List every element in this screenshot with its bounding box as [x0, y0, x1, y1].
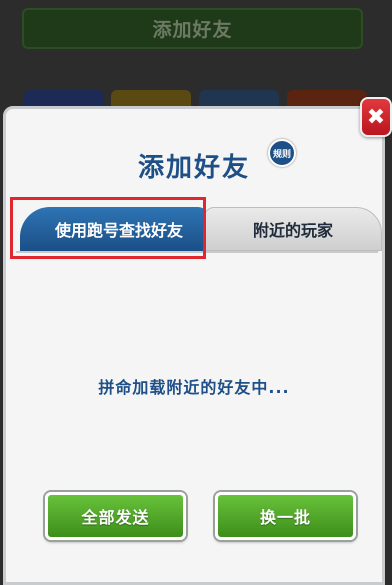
highlight-annotation-box [10, 197, 206, 259]
rules-button[interactable]: 规则 [268, 139, 296, 167]
dialog-title: 添加好友 [137, 153, 250, 183]
add-friend-dialog: 添加好友 规则 使用跑号查找好友 附近的玩家 拼命加载附近的好友中... 全部发… [3, 106, 385, 585]
loading-message: 拼命加载附近的好友中... [98, 378, 290, 397]
background-add-friend-button: 添加好友 [22, 8, 363, 49]
close-icon[interactable]: ✖ [360, 97, 392, 137]
refresh-batch-button[interactable]: 换一批 [215, 492, 356, 540]
tab-nearby-players[interactable]: 附近的玩家 [204, 207, 382, 251]
send-all-button[interactable]: 全部发送 [45, 492, 186, 540]
